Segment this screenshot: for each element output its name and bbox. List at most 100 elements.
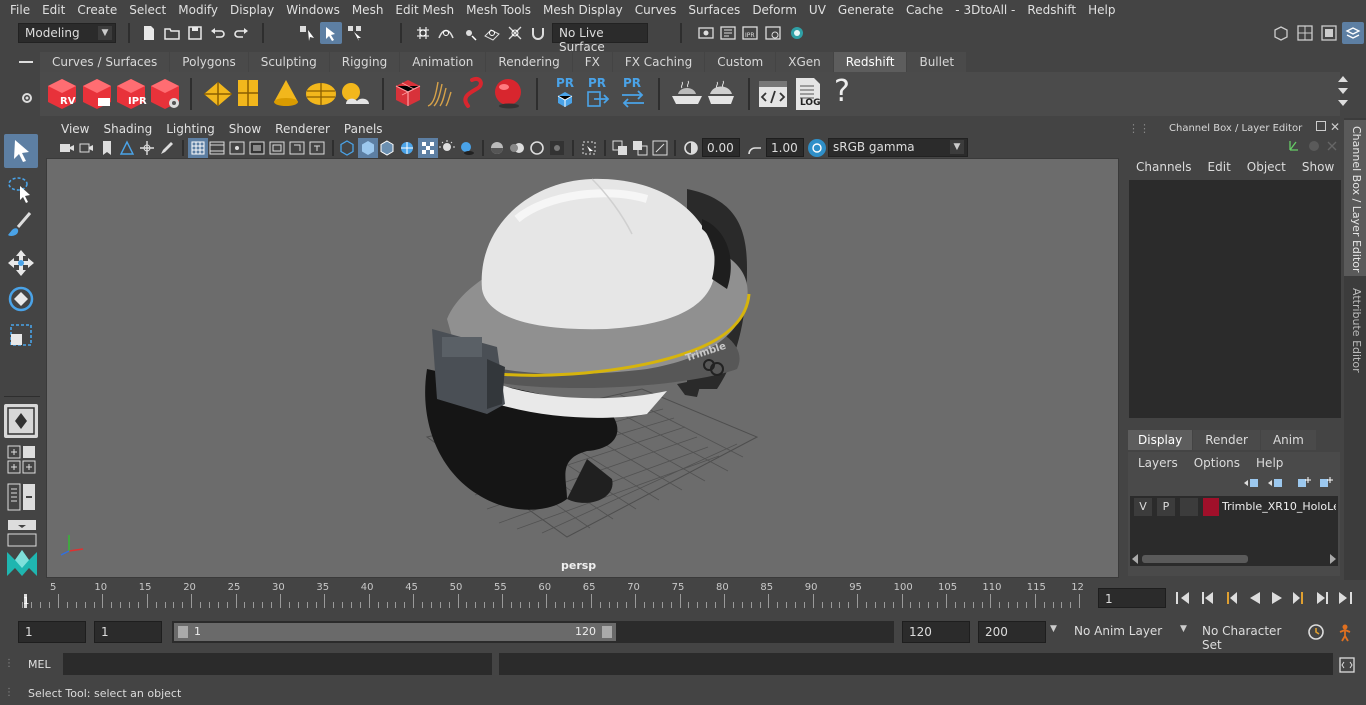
2d-pan-zoom-icon[interactable]	[138, 139, 156, 157]
shelf-scroll-up-icon[interactable]	[1338, 76, 1348, 82]
axis-icon[interactable]	[1289, 141, 1298, 151]
xray-joints-icon[interactable]	[631, 139, 649, 157]
viewport-menu-shading[interactable]: Shading	[96, 122, 159, 136]
bake-dish-icon[interactable]	[670, 78, 704, 110]
playback-end-field[interactable]: 120	[902, 621, 970, 643]
menu-help[interactable]: Help	[1082, 3, 1121, 17]
proxy-cube-icon[interactable]	[556, 90, 574, 108]
color-management-toggle[interactable]	[808, 139, 826, 157]
layer-playback-toggle[interactable]: P	[1157, 498, 1175, 516]
snap-grid-icon[interactable]	[414, 24, 432, 42]
layer-display-type-toggle[interactable]	[1180, 498, 1198, 516]
tab-fx-caching[interactable]: FX Caching	[612, 52, 705, 72]
shelf-menu-icon[interactable]	[19, 61, 33, 63]
menu-modify[interactable]: Modify	[172, 3, 224, 17]
camera-icon[interactable]	[58, 139, 76, 157]
layer-horizontal-scrollbar[interactable]	[1130, 552, 1338, 566]
options-menu[interactable]: Options	[1186, 456, 1248, 470]
select-component-icon[interactable]	[346, 24, 364, 42]
channel-box-toggle-button[interactable]	[1342, 22, 1364, 44]
menu-generate[interactable]: Generate	[832, 3, 900, 17]
disable-icon[interactable]	[1327, 141, 1337, 151]
tab-custom[interactable]: Custom	[705, 52, 776, 72]
menu-uv[interactable]: UV	[803, 3, 832, 17]
mode-dropdown[interactable]: Modeling ▼	[18, 23, 116, 43]
gear-icon[interactable]	[20, 91, 34, 105]
image-plane-icon[interactable]	[118, 139, 136, 157]
bookmark-icon[interactable]	[98, 139, 116, 157]
help-icon[interactable]: ?	[834, 74, 850, 109]
bake-pot-icon[interactable]	[704, 78, 738, 110]
menu-3dtoall[interactable]: - 3DtoAll -	[949, 3, 1021, 17]
move-layer-up-icon[interactable]	[1244, 479, 1258, 487]
menu-cache[interactable]: Cache	[900, 3, 949, 17]
tab-bullet[interactable]: Bullet	[907, 52, 967, 72]
auto-key-icon[interactable]	[1306, 622, 1326, 642]
menu-display[interactable]: Display	[224, 3, 280, 17]
select-tool-button[interactable]	[4, 134, 38, 168]
proxy-export-icon[interactable]	[394, 78, 422, 110]
chevron-down-icon[interactable]: ▼	[1180, 624, 1187, 634]
float-panel-icon[interactable]	[1316, 121, 1326, 131]
go-to-start-icon[interactable]	[1174, 589, 1192, 607]
menu-curves[interactable]: Curves	[629, 3, 683, 17]
shader-node-icon[interactable]	[460, 76, 490, 110]
menu-mesh-tools[interactable]: Mesh Tools	[460, 3, 537, 17]
redo-icon[interactable]	[232, 24, 250, 42]
redshift-settings-icon[interactable]	[148, 76, 182, 112]
resolution-gate-icon[interactable]	[228, 139, 246, 157]
scroll-left-icon[interactable]	[1132, 554, 1138, 564]
ies-light-icon[interactable]	[304, 80, 338, 108]
script-language-toggle[interactable]: MEL	[28, 658, 51, 671]
tab-redshift[interactable]: Redshift	[833, 52, 907, 72]
tab-animation[interactable]: Animation	[400, 52, 486, 72]
layer-name[interactable]: Trimble_XR10_HoloLen	[1222, 500, 1336, 513]
ipr-render-icon[interactable]: IPR	[741, 24, 759, 42]
tab-rendering[interactable]: Rendering	[486, 52, 572, 72]
step-forward-frame-icon[interactable]	[1290, 589, 1308, 607]
menu-edit[interactable]: Edit	[36, 3, 71, 17]
gate-mask-icon[interactable]	[248, 139, 266, 157]
close-icon[interactable]: ✕	[1330, 120, 1340, 134]
layers-menu[interactable]: Layers	[1134, 456, 1186, 470]
smooth-shade-button[interactable]	[358, 138, 378, 158]
redshift-batch-render-icon[interactable]	[80, 76, 114, 112]
menu-surfaces[interactable]: Surfaces	[682, 3, 746, 17]
range-start-grip[interactable]	[178, 626, 188, 638]
edit-menu[interactable]: Edit	[1200, 160, 1239, 174]
proxy-export-arrow-icon[interactable]	[586, 90, 610, 108]
anim-layer-dropdown[interactable]: No Anim Layer	[1068, 621, 1178, 643]
exposure-icon[interactable]	[682, 139, 700, 157]
tab-render[interactable]: Render	[1193, 430, 1260, 450]
menu-file[interactable]: File	[4, 3, 36, 17]
animation-start-field[interactable]: 1	[18, 621, 86, 643]
hypershade-icon[interactable]	[788, 24, 806, 42]
shelf-menu-arrow-icon[interactable]	[1338, 100, 1348, 106]
viewport-menu-show[interactable]: Show	[222, 122, 268, 136]
viewport-menu-view[interactable]: View	[54, 122, 96, 136]
camera-attributes-icon[interactable]	[78, 139, 96, 157]
xray-components-icon[interactable]	[651, 139, 669, 157]
range-slider-handle[interactable]: 1 120	[174, 623, 616, 641]
sun-sky-icon[interactable]	[338, 80, 372, 108]
grease-pencil-icon[interactable]	[158, 139, 176, 157]
isolate-select-icon[interactable]	[580, 139, 598, 157]
character-set-dropdown[interactable]: No Character Set	[1196, 621, 1300, 652]
ambient-occlusion-icon[interactable]	[488, 139, 506, 157]
step-back-key-icon[interactable]	[1198, 589, 1216, 607]
open-scene-icon[interactable]	[163, 24, 181, 42]
move-layer-down-icon[interactable]	[1268, 479, 1282, 487]
viewport-menu-panels[interactable]: Panels	[337, 122, 390, 136]
menu-select[interactable]: Select	[123, 3, 172, 17]
menu-edit-mesh[interactable]: Edit Mesh	[389, 3, 460, 17]
playback-start-field[interactable]: 1	[94, 621, 162, 643]
scale-tool-button[interactable]	[4, 318, 38, 352]
snap-live-icon[interactable]	[506, 24, 524, 42]
scroll-thumb[interactable]	[1142, 555, 1248, 563]
show-menu[interactable]: Show	[1294, 160, 1342, 174]
tab-sculpting[interactable]: Sculpting	[248, 52, 329, 72]
redshift-material-sphere-icon[interactable]	[492, 76, 526, 110]
paint-select-tool-button[interactable]	[4, 208, 38, 242]
use-all-lights-button[interactable]	[418, 138, 438, 158]
go-to-end-icon[interactable]	[1336, 589, 1354, 607]
